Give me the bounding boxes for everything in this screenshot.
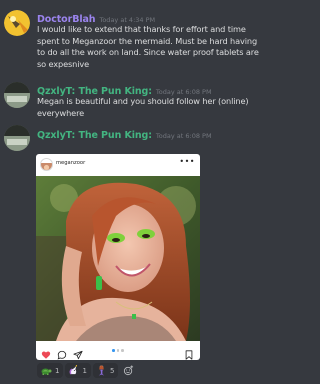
bookmark-icon[interactable] bbox=[184, 345, 194, 360]
embed-header: meganzoor ••• bbox=[36, 154, 200, 176]
avatar[interactable] bbox=[4, 125, 30, 151]
heart-icon[interactable] bbox=[41, 345, 51, 360]
reaction-count: 5 bbox=[109, 366, 115, 375]
add-reaction-button[interactable] bbox=[120, 363, 136, 378]
message-body: I would like to extend that thanks for e… bbox=[37, 24, 259, 69]
comment-icon[interactable] bbox=[57, 345, 67, 360]
timestamp: Today at 6:08 PM bbox=[155, 88, 212, 96]
share-icon[interactable] bbox=[73, 345, 83, 360]
reaction-bar: 1 1 5 bbox=[37, 363, 136, 378]
unicorn-emoji-icon bbox=[68, 361, 79, 380]
carousel-indicator bbox=[112, 349, 124, 352]
more-horizontal-icon[interactable]: ••• bbox=[179, 157, 195, 166]
embed-account-avatar[interactable] bbox=[41, 159, 52, 170]
chat-log: DoctorBlah Today at 4:34 PM I would like … bbox=[0, 0, 262, 384]
avatar[interactable] bbox=[4, 82, 30, 108]
embed-action-bar bbox=[36, 341, 200, 360]
photo-image bbox=[36, 176, 200, 341]
avatar-image bbox=[4, 125, 30, 151]
avatar-image bbox=[4, 10, 30, 36]
carousel-dot bbox=[116, 349, 119, 352]
reaction-turtle[interactable]: 1 bbox=[37, 361, 64, 380]
add-reaction-icon bbox=[123, 361, 134, 380]
reaction-count: 1 bbox=[82, 366, 87, 375]
reaction-mermaid[interactable]: 5 bbox=[92, 361, 119, 380]
reaction-count: 1 bbox=[55, 366, 60, 375]
message-body: Megan is beautiful and you should follow… bbox=[37, 96, 249, 118]
carousel-dot bbox=[121, 349, 124, 352]
reaction-unicorn[interactable]: 1 bbox=[65, 361, 91, 380]
instagram-embed[interactable]: meganzoor ••• bbox=[36, 154, 200, 360]
embed-account-name[interactable]: meganzoor bbox=[56, 160, 85, 166]
timestamp: Today at 6:08 PM bbox=[155, 132, 212, 140]
avatar[interactable] bbox=[4, 10, 30, 36]
timestamp: Today at 4:34 PM bbox=[99, 16, 156, 24]
embed-photo[interactable] bbox=[36, 176, 200, 341]
carousel-dot bbox=[112, 349, 115, 352]
mermaid-emoji-icon bbox=[96, 361, 107, 380]
message-header: QzxlyT: The Pun King: Today at 6:08 PM bbox=[37, 126, 212, 143]
username[interactable]: QzxlyT: The Pun King: bbox=[37, 130, 152, 141]
turtle-emoji-icon bbox=[40, 361, 52, 380]
avatar-image bbox=[4, 82, 30, 108]
account-avatar-image bbox=[41, 163, 52, 170]
